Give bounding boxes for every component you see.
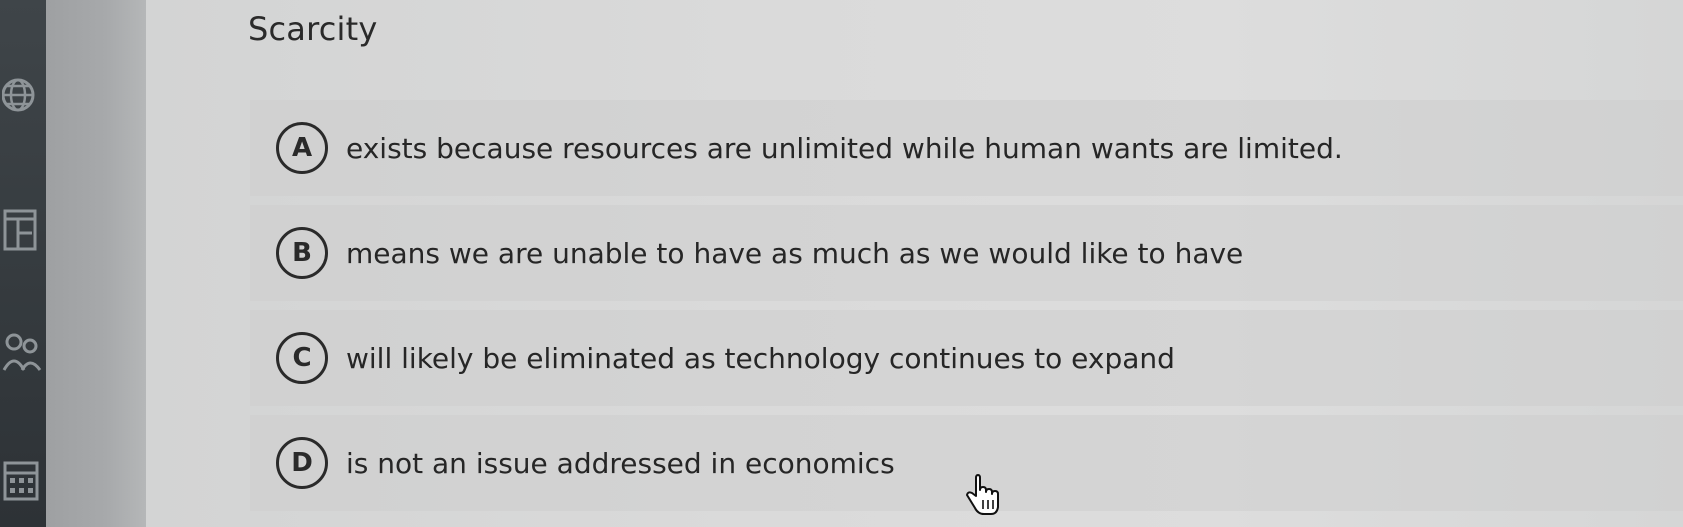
choice-c[interactable]: C will likely be eliminated as technolog… bbox=[250, 310, 1683, 406]
people-icon[interactable] bbox=[2, 328, 42, 378]
calendar-icon[interactable] bbox=[2, 455, 42, 505]
choice-text[interactable]: means we are unable to have as much as w… bbox=[346, 237, 1243, 270]
question-title: Scarcity bbox=[248, 10, 378, 48]
hand-pointer-cursor-icon bbox=[964, 474, 1002, 518]
screen: Scarcity A exists because resources are … bbox=[0, 0, 1683, 527]
choice-text[interactable]: exists because resources are unlimited w… bbox=[346, 132, 1343, 165]
choice-a[interactable]: A exists because resources are unlimited… bbox=[250, 100, 1683, 196]
choice-text[interactable]: is not an issue addressed in economics bbox=[346, 447, 895, 480]
choice-letter-badge[interactable]: B bbox=[276, 227, 328, 279]
left-toolbar bbox=[0, 0, 46, 527]
left-gutter bbox=[46, 0, 146, 527]
globe-icon[interactable] bbox=[1, 70, 42, 120]
question-panel: Scarcity A exists because resources are … bbox=[146, 0, 1683, 527]
choice-b[interactable]: B means we are unable to have as much as… bbox=[250, 205, 1683, 301]
choice-letter-badge[interactable]: D bbox=[276, 437, 328, 489]
choice-letter-badge[interactable]: A bbox=[276, 122, 328, 174]
answer-choices: A exists because resources are unlimited… bbox=[250, 100, 1683, 520]
choice-letter-badge[interactable]: C bbox=[276, 332, 328, 384]
book-icon[interactable] bbox=[2, 205, 42, 255]
choice-text[interactable]: will likely be eliminated as technology … bbox=[346, 342, 1175, 375]
